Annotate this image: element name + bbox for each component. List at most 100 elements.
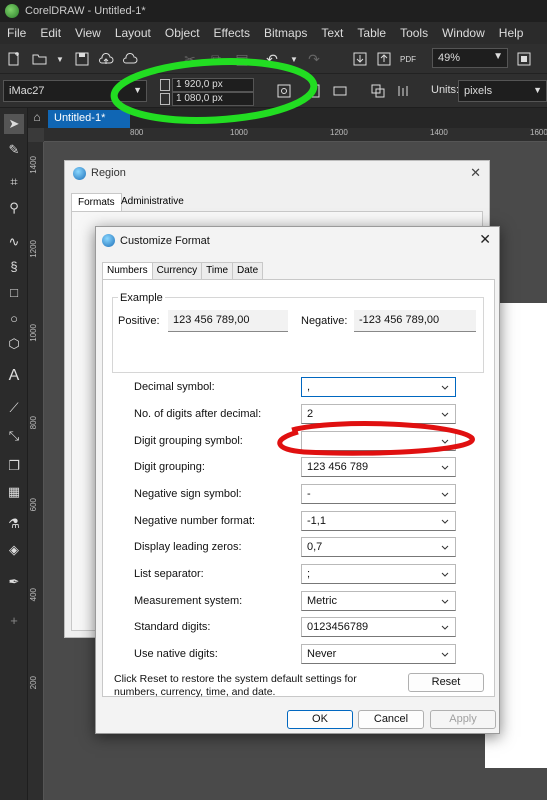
- list-separator-value: ;: [307, 568, 311, 580]
- add-tool-icon[interactable]: +: [4, 610, 24, 630]
- landscape-icon[interactable]: [330, 81, 350, 101]
- undo-dropdown-icon[interactable]: ▼: [284, 49, 304, 69]
- menu-table[interactable]: Table: [350, 26, 393, 40]
- coreldraw-icon: [5, 4, 19, 18]
- negative-sign-symbol-combo[interactable]: -: [301, 484, 456, 504]
- standard-digits-combo[interactable]: 0123456789: [301, 617, 456, 637]
- digit-grouping-combo[interactable]: 123 456 789: [301, 457, 456, 477]
- reset-note: Click Reset to restore the system defaul…: [114, 673, 357, 698]
- paste-icon[interactable]: ▤: [232, 49, 252, 69]
- undo-icon[interactable]: ↶: [262, 49, 282, 69]
- tab-time[interactable]: Time: [201, 262, 234, 279]
- full-screen-icon[interactable]: [514, 49, 534, 69]
- chevron-down-icon: [441, 385, 449, 390]
- open-folder-icon[interactable]: [30, 49, 50, 69]
- measurement-system-combo[interactable]: Metric: [301, 591, 456, 611]
- cancel-button[interactable]: Cancel: [358, 710, 424, 729]
- standard-digits-label: Standard digits:: [134, 621, 211, 633]
- menu-bitmaps[interactable]: Bitmaps: [257, 26, 314, 40]
- import-icon[interactable]: [350, 49, 370, 69]
- parallel-dimension-icon[interactable]: ⟋: [4, 398, 24, 418]
- use-native-digits-combo[interactable]: Never: [301, 644, 456, 664]
- menu-file[interactable]: File: [0, 26, 33, 40]
- tab-numbers[interactable]: Numbers: [102, 262, 153, 280]
- digit-grouping-symbol-label: Digit grouping symbol:: [134, 435, 243, 447]
- reset-button[interactable]: Reset: [408, 673, 484, 692]
- menu-object[interactable]: Object: [158, 26, 207, 40]
- chevron-down-icon: [441, 465, 449, 470]
- cut-icon[interactable]: ✂: [180, 49, 200, 69]
- menu-help[interactable]: Help: [492, 26, 531, 40]
- cloud-upload-icon[interactable]: [96, 49, 116, 69]
- menu-view[interactable]: View: [68, 26, 108, 40]
- redo-icon[interactable]: ↷: [304, 49, 324, 69]
- page-orientation-icon[interactable]: [274, 81, 294, 101]
- home-icon[interactable]: ⌂: [28, 110, 46, 128]
- new-document-icon[interactable]: [4, 49, 24, 69]
- negative-number-format-combo[interactable]: -1,1: [301, 511, 456, 531]
- close-icon[interactable]: ✕: [470, 165, 481, 181]
- chevron-down-icon: [441, 599, 449, 604]
- ruler-label: 1000: [29, 324, 38, 342]
- cloud-download-icon[interactable]: [120, 49, 140, 69]
- display-leading-zeros-value: 0,7: [307, 541, 323, 553]
- connector-tool-icon[interactable]: ⤡: [4, 426, 24, 446]
- digit-grouping-label: Digit grouping:: [134, 461, 205, 473]
- transparency-icon[interactable]: ▦: [4, 482, 24, 502]
- eyedropper-icon[interactable]: ⚗: [4, 514, 24, 534]
- export-icon[interactable]: [374, 49, 394, 69]
- text-tool-icon[interactable]: A: [4, 366, 24, 386]
- digits-after-decimal-combo[interactable]: 2: [301, 404, 456, 424]
- publish-pdf-icon[interactable]: PDF: [398, 49, 418, 69]
- menu-tools[interactable]: Tools: [393, 26, 435, 40]
- drop-shadow-icon[interactable]: ❐: [4, 456, 24, 476]
- standard-digits-value: 0123456789: [307, 621, 369, 633]
- copy-icon[interactable]: ⧉: [206, 49, 226, 69]
- units-combo[interactable]: pixels ▼: [458, 80, 547, 102]
- artistic-media-icon[interactable]: §: [4, 256, 24, 276]
- display-leading-zeros-combo[interactable]: 0,7: [301, 537, 456, 557]
- menu-layout[interactable]: Layout: [108, 26, 158, 40]
- current-page-icon[interactable]: [394, 81, 414, 101]
- chevron-down-icon: ▼: [533, 85, 542, 95]
- polygon-tool-icon[interactable]: ⬡: [4, 334, 24, 354]
- tab-untitled-1[interactable]: Untitled-1*: [48, 110, 130, 128]
- ellipse-tool-icon[interactable]: ○: [4, 308, 24, 328]
- open-dropdown-icon[interactable]: ▼: [50, 49, 70, 69]
- close-icon[interactable]: ✕: [479, 231, 491, 248]
- tab-date[interactable]: Date: [232, 262, 264, 279]
- tab-administrative[interactable]: Administrative: [115, 193, 190, 211]
- menu-edit[interactable]: Edit: [33, 26, 68, 40]
- save-icon[interactable]: [72, 49, 92, 69]
- units-value: pixels: [464, 85, 493, 97]
- decimal-symbol-combo[interactable]: ,: [301, 377, 456, 397]
- chevron-down-icon: [441, 492, 449, 497]
- digit-grouping-symbol-combo[interactable]: [301, 431, 456, 451]
- chevron-down-icon: [441, 652, 449, 657]
- digits-after-decimal-value: 2: [307, 408, 314, 420]
- list-separator-combo[interactable]: ;: [301, 564, 456, 584]
- region-dialog-title: Region: [91, 167, 126, 179]
- page-preset-combo[interactable]: iMac27 ▼: [3, 80, 147, 102]
- menu-text[interactable]: Text: [314, 26, 350, 40]
- smart-fill-icon[interactable]: ✒: [4, 572, 24, 592]
- zoom-tool-icon[interactable]: ⚲: [4, 198, 24, 218]
- zoom-level-combo[interactable]: 49% ▼: [432, 48, 508, 68]
- ok-button[interactable]: OK: [287, 710, 353, 729]
- chevron-down-icon: [441, 439, 449, 444]
- portrait-icon[interactable]: [305, 81, 325, 101]
- apply-button[interactable]: Apply: [430, 710, 496, 729]
- menu-window[interactable]: Window: [435, 26, 492, 40]
- menu-effects[interactable]: Effects: [207, 26, 257, 40]
- page-width-field[interactable]: 1 920,0 px: [172, 78, 254, 92]
- tab-currency[interactable]: Currency: [151, 262, 203, 279]
- pick-tool-icon[interactable]: ➤: [4, 114, 24, 134]
- interactive-fill-icon[interactable]: ◈: [4, 540, 24, 560]
- chevron-down-icon: [441, 572, 449, 577]
- page-height-field[interactable]: 1 080,0 px: [172, 92, 254, 106]
- shape-tool-icon[interactable]: ✎: [4, 140, 24, 160]
- all-pages-icon[interactable]: [368, 81, 388, 101]
- freehand-tool-icon[interactable]: ∿: [4, 232, 24, 252]
- rectangle-tool-icon[interactable]: □: [4, 282, 24, 302]
- crop-tool-icon[interactable]: ⌗: [4, 172, 24, 192]
